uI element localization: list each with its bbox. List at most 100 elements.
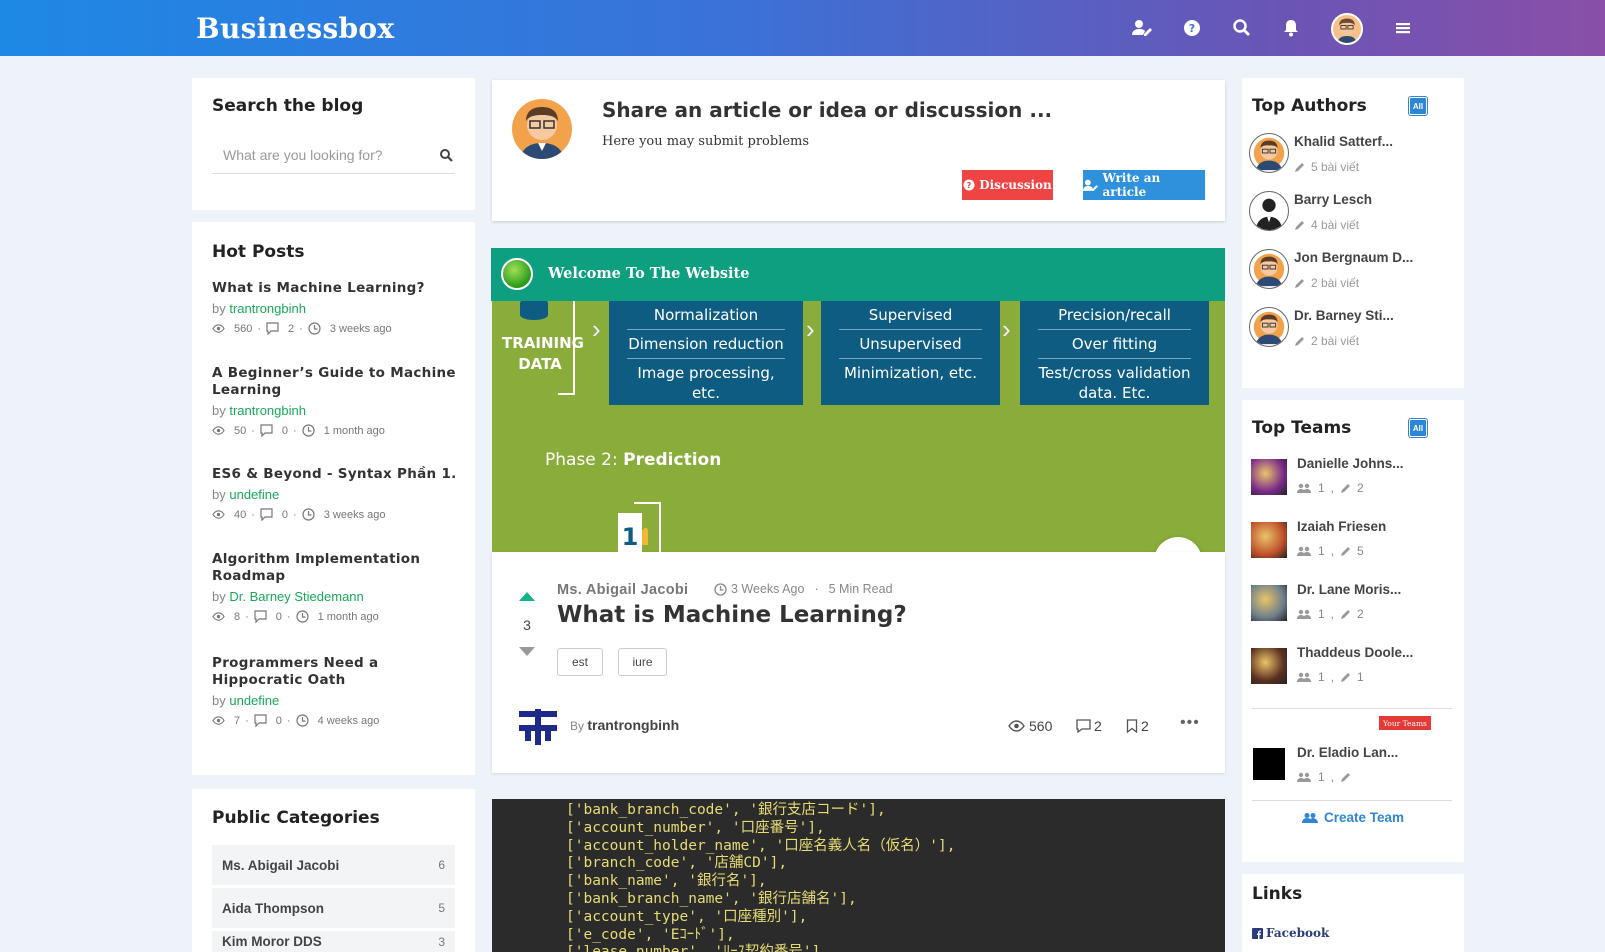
code-line: ['bank_name', '銀行名'], bbox=[566, 873, 767, 890]
hot-post-item[interactable]: Programmers Need a Hippocratic Oath by un… bbox=[212, 655, 457, 727]
eye-icon bbox=[212, 324, 225, 333]
author-avatar[interactable] bbox=[1249, 191, 1289, 231]
team-name[interactable]: Dr. Lane Moris... bbox=[1297, 582, 1401, 597]
search-icon[interactable] bbox=[1231, 17, 1253, 39]
arrow-icon: › bbox=[1002, 314, 1011, 344]
question-icon[interactable]: ? bbox=[1181, 17, 1203, 39]
your-team-name[interactable]: Dr. Eladio Lan... bbox=[1297, 745, 1398, 760]
clock-icon bbox=[714, 582, 727, 596]
author-post-count: 2 bài viết bbox=[1294, 334, 1359, 348]
facebook-link[interactable]: Facebook bbox=[1252, 926, 1329, 940]
write-article-label: Write an article bbox=[1102, 171, 1161, 199]
team-name[interactable]: Izaiah Friesen bbox=[1297, 519, 1386, 534]
hot-post-title[interactable]: Programmers Need a Hippocratic Oath bbox=[212, 655, 457, 689]
team-meta: 1,2 bbox=[1297, 481, 1364, 495]
author-name[interactable]: Barry Lesch bbox=[1294, 192, 1372, 207]
pencil-icon bbox=[1295, 162, 1304, 172]
article-author[interactable]: Ms. Abigail Jacobi bbox=[557, 582, 688, 598]
welcome-banner: Welcome To The Website bbox=[491, 248, 1225, 301]
hot-post-author[interactable]: Dr. Barney Stiedemann bbox=[229, 589, 363, 604]
clock-icon bbox=[308, 322, 321, 335]
tag-chip[interactable]: est bbox=[557, 648, 603, 676]
brand-logo[interactable]: Businessbox bbox=[196, 12, 394, 45]
team-name[interactable]: Thaddeus Doole... bbox=[1297, 645, 1413, 660]
comment-icon bbox=[1076, 719, 1091, 733]
hot-post-title[interactable]: What is Machine Learning? bbox=[212, 280, 457, 297]
hot-post-meta: 7 · 0 · 4 weeks ago bbox=[212, 714, 457, 727]
categories-title: Public Categories bbox=[212, 808, 380, 828]
hot-post-item[interactable]: What is Machine Learning? by trantrongbin… bbox=[212, 280, 457, 335]
team-avatar[interactable] bbox=[1251, 648, 1287, 684]
database-icon bbox=[520, 301, 548, 320]
hot-post-byline: by undefine bbox=[212, 693, 280, 708]
author-name[interactable]: Jon Bergnaum D... bbox=[1294, 250, 1413, 265]
search-icon[interactable] bbox=[439, 148, 453, 162]
author-name[interactable]: Dr. Barney Sti... bbox=[1294, 308, 1394, 323]
vote-count: 3 bbox=[523, 617, 531, 633]
share-title[interactable]: Share an article or idea or discussion .… bbox=[602, 98, 1052, 122]
top-teams-title: Top Teams bbox=[1252, 418, 1352, 438]
top-navbar: Businessbox ? bbox=[0, 0, 1605, 56]
links-card: Links Facebook bbox=[1242, 874, 1464, 952]
downvote-icon[interactable] bbox=[518, 646, 536, 658]
upvote-icon[interactable] bbox=[518, 590, 536, 602]
author-avatar[interactable] bbox=[1249, 307, 1289, 347]
code-line: ['account_holder_name', '口座名義人名（仮名）'], bbox=[566, 837, 956, 854]
article-meta: 3 Weeks Ago · 5 Min Read bbox=[714, 582, 893, 596]
article-cover-image[interactable]: TRAINING DATA › Normalization Dimension re… bbox=[492, 301, 1225, 552]
category-name: Aida Thompson bbox=[222, 900, 324, 916]
hot-post-author[interactable]: undefine bbox=[229, 693, 279, 708]
category-item[interactable]: Kim Moror DDS 3 bbox=[212, 931, 455, 952]
evaluation-box: Precision/recall Over fitting Test/cross v… bbox=[1020, 301, 1209, 405]
category-item[interactable]: Aida Thompson 5 bbox=[212, 888, 455, 928]
tag-chip[interactable]: iure bbox=[618, 648, 667, 676]
author-name[interactable]: Khalid Satterf... bbox=[1294, 134, 1393, 149]
team-avatar[interactable] bbox=[1253, 748, 1285, 780]
create-team-button[interactable]: Create Team bbox=[1242, 810, 1464, 825]
author-avatar[interactable] bbox=[1249, 249, 1289, 289]
all-teams-badge[interactable]: All bbox=[1408, 418, 1428, 438]
hot-post-author[interactable]: trantrongbinh bbox=[229, 403, 306, 418]
more-options-icon[interactable]: ••• bbox=[1180, 714, 1200, 732]
hot-post-meta: 40 · 0 · 3 weeks ago bbox=[212, 508, 457, 521]
by-author[interactable]: trantrongbinh bbox=[587, 717, 679, 733]
pencil-icon bbox=[1295, 336, 1304, 346]
bookmark-count[interactable]: 2 bbox=[1126, 718, 1149, 734]
team-avatar[interactable] bbox=[1251, 522, 1287, 558]
team-meta: 1,1 bbox=[1297, 670, 1364, 684]
discussion-button[interactable]: ? Discussion bbox=[962, 170, 1053, 200]
hot-post-title[interactable]: A Beginner’s Guide to Machine Learning bbox=[212, 365, 457, 399]
hot-post-title[interactable]: Algorithm Implementation Roadmap bbox=[212, 551, 457, 585]
author-logo[interactable] bbox=[517, 705, 559, 747]
category-count: 5 bbox=[438, 901, 445, 915]
pencil-icon bbox=[1341, 672, 1351, 682]
search-input[interactable] bbox=[212, 138, 422, 172]
author-avatar[interactable] bbox=[1249, 133, 1289, 173]
code-line: ['branch_code', '店舗CD'], bbox=[566, 855, 788, 872]
article-title[interactable]: What is Machine Learning? bbox=[557, 602, 907, 628]
user-edit-icon[interactable] bbox=[1131, 17, 1153, 39]
user-avatar[interactable] bbox=[1331, 13, 1363, 45]
clock-icon bbox=[302, 508, 315, 521]
hot-posts-title: Hot Posts bbox=[212, 242, 305, 262]
user-edit-icon bbox=[1083, 179, 1099, 191]
menu-icon[interactable] bbox=[1392, 17, 1414, 39]
team-meta: 1,2 bbox=[1297, 607, 1364, 621]
hot-post-item[interactable]: ES6 & Beyond - Syntax Phần 1. by undefine… bbox=[212, 466, 457, 521]
team-name[interactable]: Danielle Johns... bbox=[1297, 456, 1404, 471]
clock-icon bbox=[302, 424, 315, 437]
bell-icon[interactable] bbox=[1280, 17, 1302, 39]
hot-post-title[interactable]: ES6 & Beyond - Syntax Phần 1. bbox=[212, 466, 457, 483]
hot-post-author[interactable]: undefine bbox=[229, 487, 279, 502]
category-item[interactable]: Ms. Abigail Jacobi 6 bbox=[212, 845, 455, 885]
hot-post-byline: by trantrongbinh bbox=[212, 403, 306, 418]
team-avatar[interactable] bbox=[1251, 585, 1287, 621]
hot-post-author[interactable]: trantrongbinh bbox=[229, 301, 306, 316]
hot-post-item[interactable]: Algorithm Implementation Roadmap by Dr. B… bbox=[212, 551, 457, 623]
team-avatar[interactable] bbox=[1251, 459, 1287, 495]
pencil-icon bbox=[1341, 546, 1351, 556]
all-authors-badge[interactable]: All bbox=[1408, 96, 1428, 116]
write-article-button[interactable]: Write an article bbox=[1083, 170, 1205, 200]
hot-post-item[interactable]: A Beginner’s Guide to Machine Learning by… bbox=[212, 365, 457, 437]
comment-count[interactable]: 2 bbox=[1076, 718, 1102, 734]
